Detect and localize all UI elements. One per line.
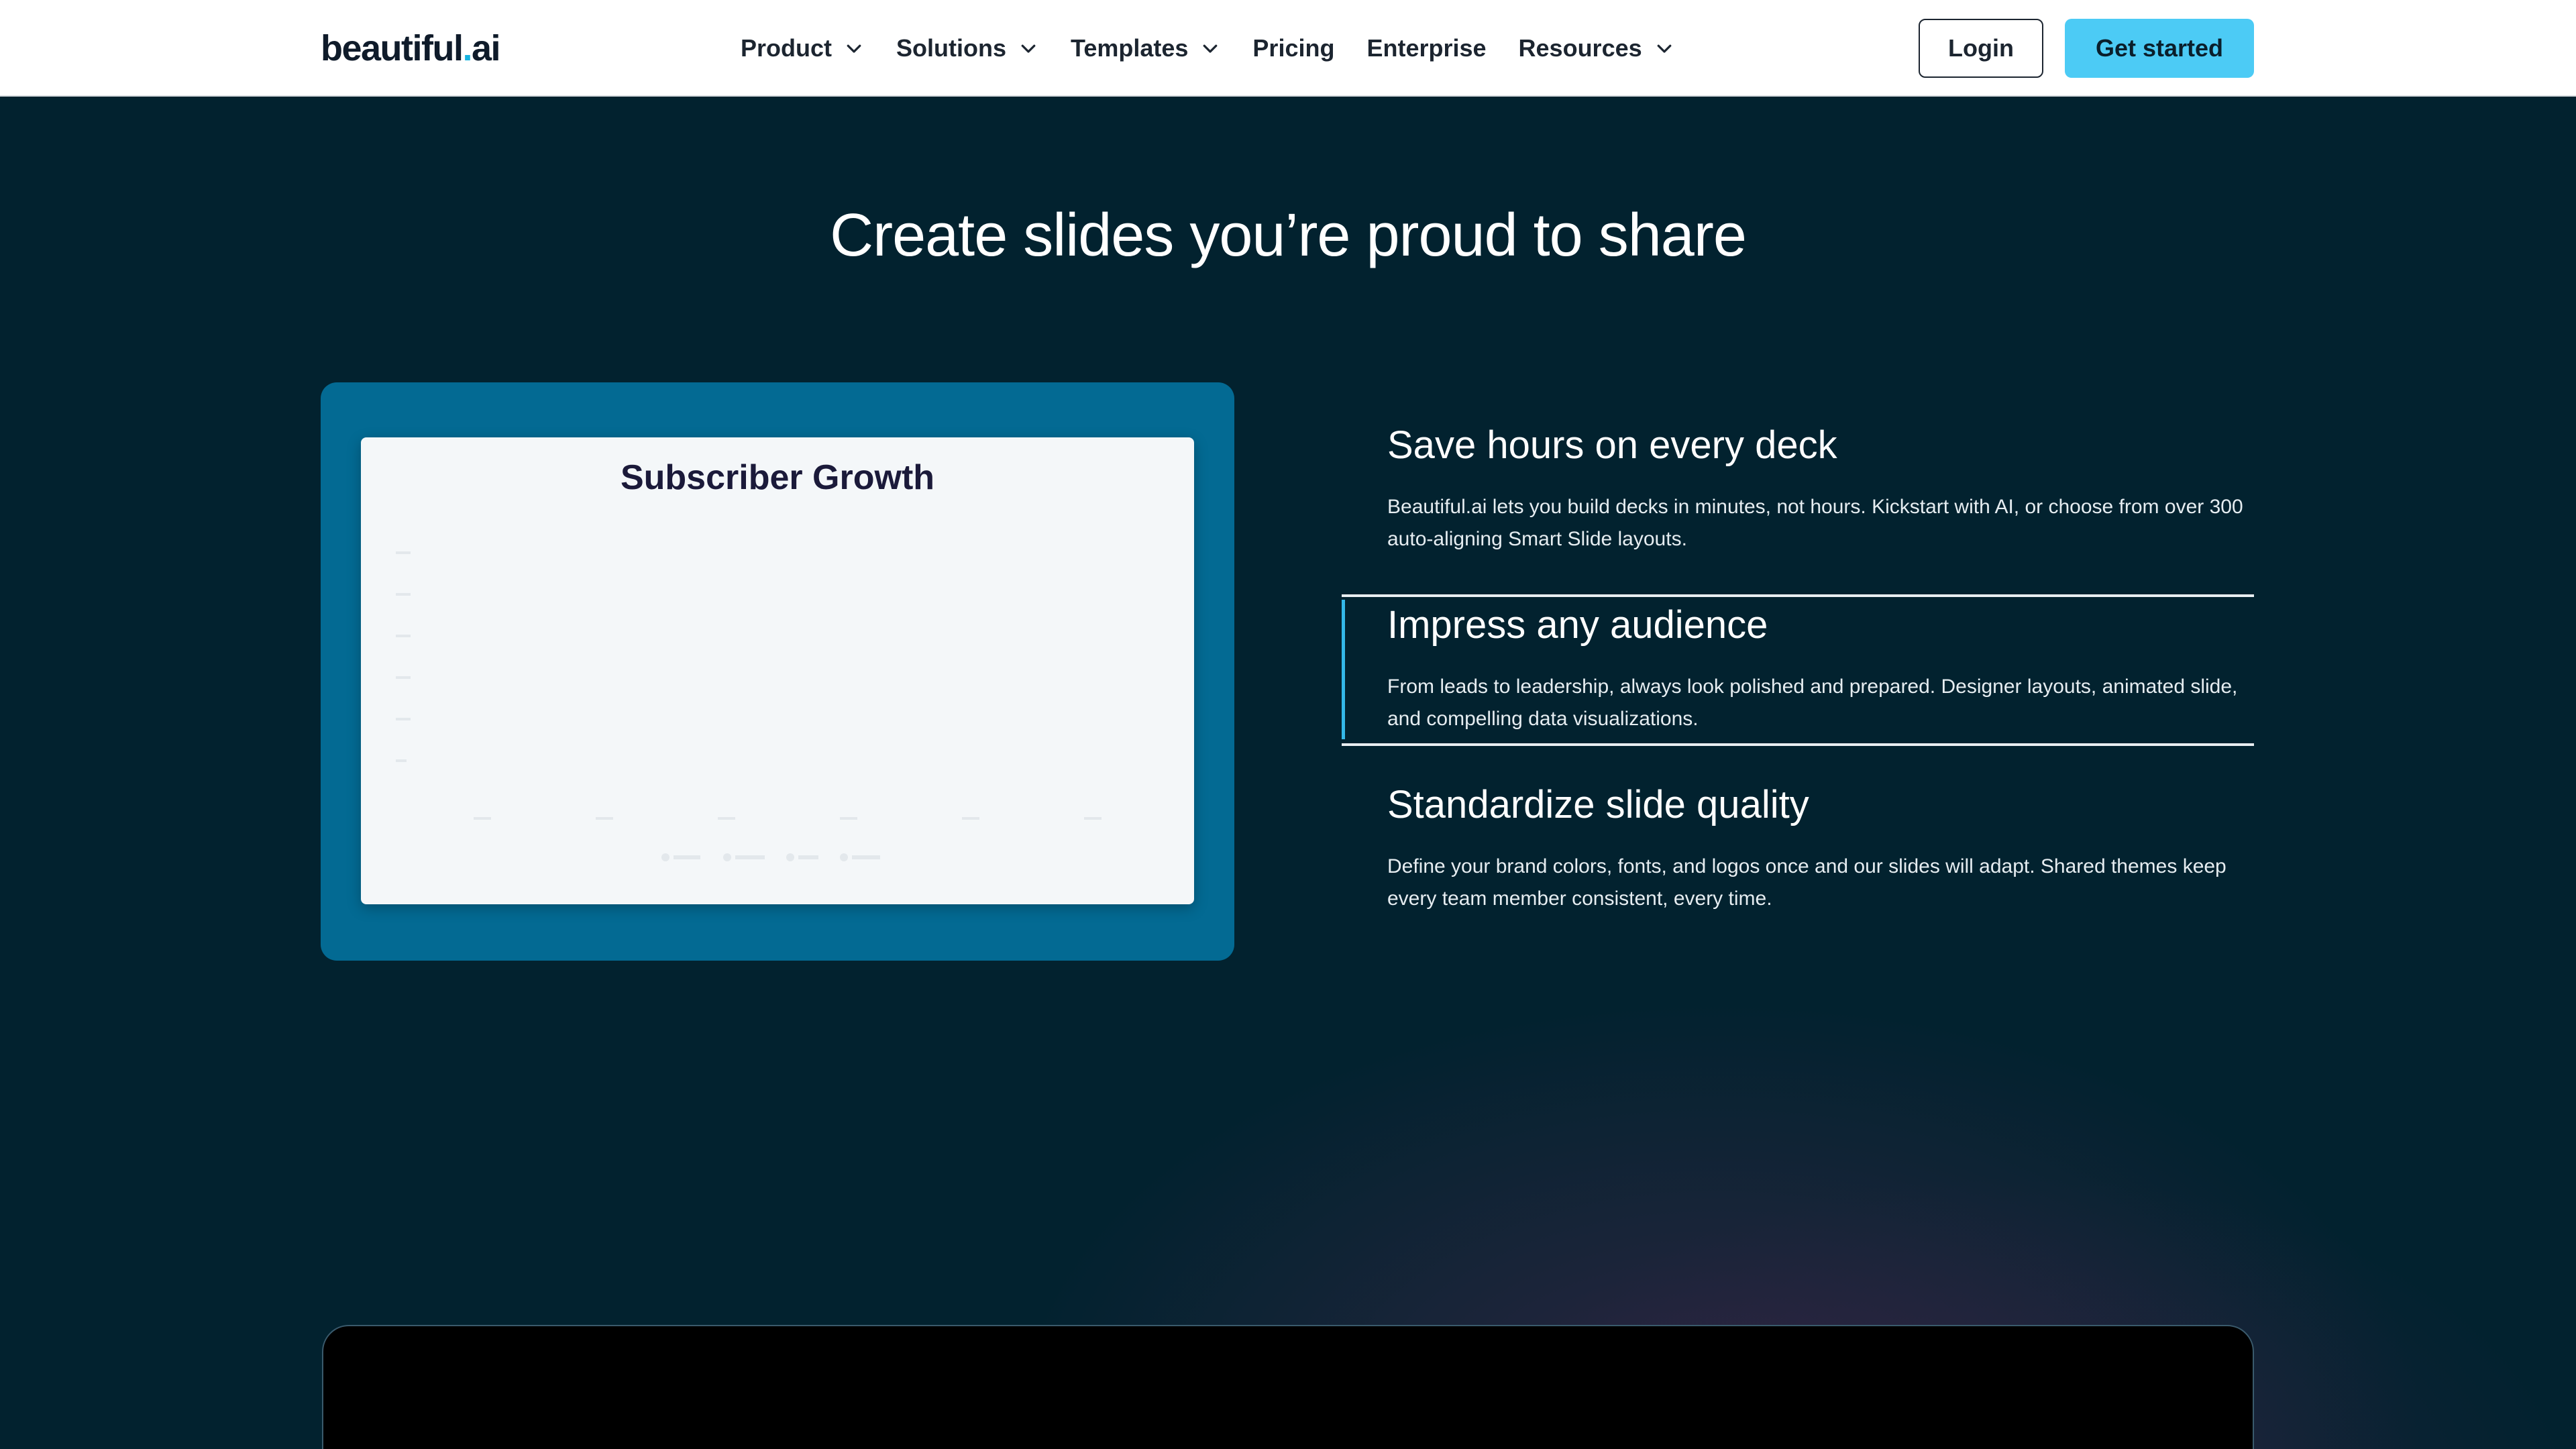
login-button[interactable]: Login: [1919, 19, 2043, 78]
nav-item-label: Resources: [1518, 34, 1642, 62]
beautiful-ai-logo[interactable]: beautiful.ai: [321, 25, 501, 71]
feature-description: Beautiful.ai lets you build decks in min…: [1387, 496, 2243, 550]
nav-item-label: Product: [741, 34, 833, 62]
chart-tick: [396, 676, 411, 679]
nav-item-label: Solutions: [896, 34, 1007, 62]
chart-tick: [474, 817, 491, 820]
logo-suffix: ai: [472, 28, 501, 68]
chevron-down-icon: [1657, 44, 1672, 53]
chart-tick: [718, 817, 735, 820]
nav-item-label: Pricing: [1252, 34, 1335, 62]
nav-item-product[interactable]: Product: [741, 27, 864, 70]
chart-tick: [596, 817, 613, 820]
logo-dot: .: [462, 28, 473, 68]
chart-tick: [1084, 817, 1102, 820]
chart-tick: [396, 759, 407, 762]
chart-tick: [962, 817, 979, 820]
logo-text: beautiful: [321, 28, 464, 68]
legend-label: [674, 855, 700, 859]
nav-item-pricing[interactable]: Pricing: [1252, 27, 1334, 70]
feature-standardize-quality[interactable]: Standardize slide quality Define your br…: [1342, 749, 2254, 923]
hero-title: Create slides you’re proud to share: [830, 202, 1747, 269]
slide-preview: Subscriber Growth: [361, 437, 1194, 904]
feature-description: Define your brand colors, fonts, and log…: [1387, 855, 2226, 910]
legend-label: [735, 855, 765, 859]
chart-tick: [396, 718, 411, 720]
video-player[interactable]: [322, 1325, 2254, 1449]
chart-tick: [396, 635, 411, 637]
chevron-down-icon: [847, 44, 861, 53]
nav-item-enterprise[interactable]: Enterprise: [1366, 27, 1486, 70]
legend-label: [798, 855, 818, 859]
main-nav-menu: Product Solutions Templates Pricing Enterpri…: [741, 27, 1707, 70]
chevron-down-icon: [1021, 44, 1036, 53]
nav-item-resources[interactable]: Resources: [1519, 27, 1674, 70]
feature-title: Impress any audience: [1387, 603, 1768, 647]
feature-title: Save hours on every deck: [1387, 423, 1837, 467]
legend-label: [852, 855, 880, 859]
nav-item-label: Enterprise: [1366, 34, 1487, 62]
chart-tick: [396, 551, 411, 554]
active-feature-indicator: [1342, 600, 1345, 739]
chart-tick: [396, 593, 411, 596]
nav-item-templates[interactable]: Templates: [1071, 27, 1220, 70]
feature-divider: [1342, 743, 2254, 746]
slide-preview-frame: Subscriber Growth: [321, 382, 1234, 961]
slide-title: Subscriber Growth: [620, 458, 935, 497]
legend-swatch: [840, 853, 848, 861]
legend-swatch: [661, 853, 669, 861]
top-navigation: beautiful.ai Product Solutions Templates Pr…: [0, 0, 2576, 97]
chart-tick: [840, 817, 857, 820]
legend-swatch: [786, 853, 794, 861]
chevron-down-icon: [1203, 44, 1218, 53]
nav-item-label: Templates: [1071, 34, 1189, 62]
get-started-button[interactable]: Get started: [2065, 19, 2254, 78]
feature-save-hours[interactable]: Save hours on every deck Beautiful.ai le…: [1342, 411, 2254, 592]
feature-description: From leads to leadership, always look po…: [1387, 676, 2238, 730]
feature-title: Standardize slide quality: [1387, 783, 1809, 826]
feature-divider: [1342, 594, 2254, 597]
legend-swatch: [723, 853, 731, 861]
nav-item-solutions[interactable]: Solutions: [896, 27, 1038, 70]
feature-impress-audience[interactable]: Impress any audience From leads to leade…: [1342, 600, 2254, 750]
faint-chart-placeholder: [396, 551, 1102, 861]
